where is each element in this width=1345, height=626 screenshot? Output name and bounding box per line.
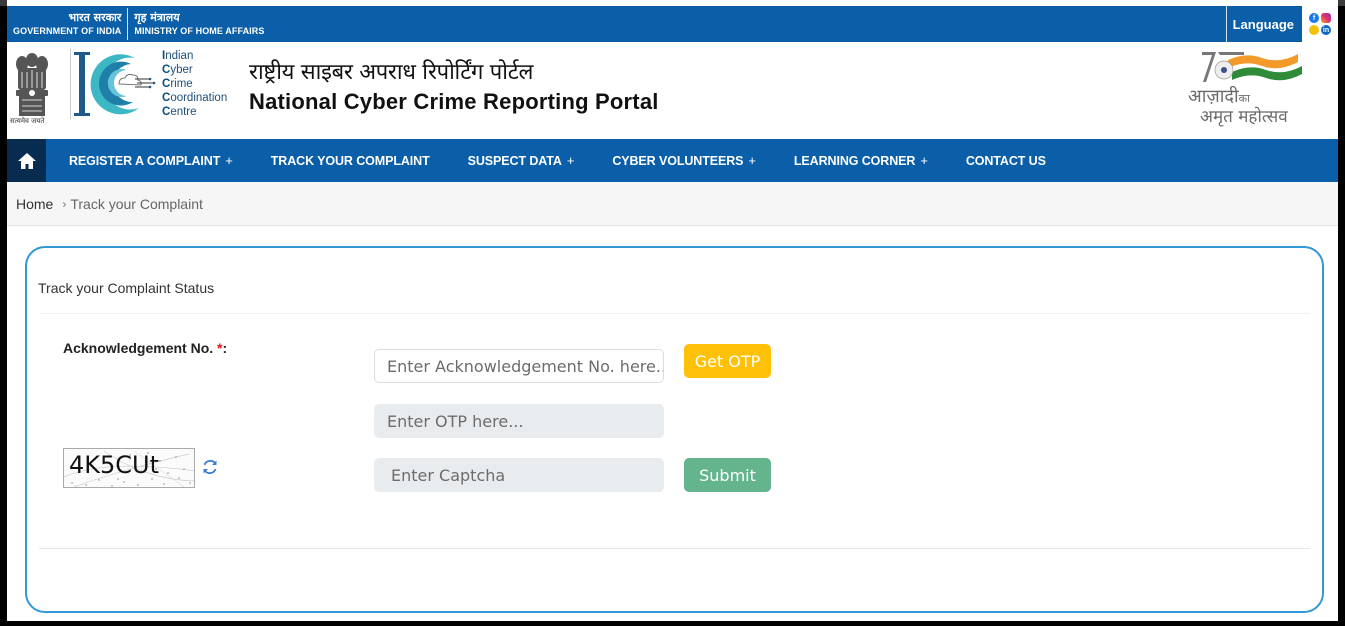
acknowledgement-number-input[interactable] xyxy=(374,349,664,383)
portal-title-english: National Cyber Crime Reporting Portal xyxy=(249,89,659,114)
gov-hindi: भारत सरकार xyxy=(68,11,122,24)
i4c-line: Centre xyxy=(162,106,197,118)
breadcrumb-separator-icon: › xyxy=(62,196,67,211)
card-divider-top xyxy=(39,313,1310,314)
expand-plus-icon: + xyxy=(225,153,233,168)
koo-icon[interactable] xyxy=(1309,25,1319,35)
home-icon xyxy=(17,152,36,169)
azadi-75-flag-icon xyxy=(1202,52,1302,82)
nav-suspect-data[interactable]: SUSPECT DATA + xyxy=(468,153,575,168)
captcha-text: 4K5CUt xyxy=(69,451,160,479)
i4c-line: Crime xyxy=(162,78,193,90)
i4c-logo-icon[interactable] xyxy=(73,48,163,120)
azadi-ka-amrit-mahotsav-logo: आज़ादीका अमृत महोत्सव xyxy=(1188,48,1338,134)
ministry-home-affairs[interactable]: गृह मंत्रालय MINISTRY OF HOME AFFAIRS xyxy=(128,8,270,40)
breadcrumb-home-link[interactable]: Home xyxy=(16,196,53,212)
breadcrumb-current: Track your Complaint xyxy=(70,195,203,212)
card-divider-bottom xyxy=(39,548,1310,549)
i4c-line: Coordination xyxy=(162,92,228,104)
captcha-input[interactable] xyxy=(374,458,664,492)
nav-learning-corner[interactable]: LEARNING CORNER + xyxy=(794,153,928,168)
i4c-name: Indian Cyber Crime Coordination Centre xyxy=(162,49,227,119)
logo-divider xyxy=(70,49,71,119)
main-navigation: REGISTER A COMPLAINT + TRACK YOUR COMPLAI… xyxy=(7,139,1338,182)
card-title: Track your Complaint Status xyxy=(38,280,215,296)
acknowledgement-label: Acknowledgement No. *: xyxy=(63,340,228,356)
i4c-line: Cyber xyxy=(162,64,193,76)
page: भारत सरकार GOVERNMENT OF INDIA गृह मंत्र… xyxy=(7,0,1338,621)
nav-track-complaint[interactable]: TRACK YOUR COMPLAINT xyxy=(271,154,430,168)
expand-plus-icon: + xyxy=(920,153,928,168)
nav-contact-us[interactable]: CONTACT US xyxy=(966,154,1046,168)
gov-english: GOVERNMENT OF INDIA xyxy=(13,26,122,36)
get-otp-button[interactable]: Get OTP xyxy=(684,344,771,378)
breadcrumb: Home › Track your Complaint xyxy=(7,182,1338,226)
nav-register-complaint[interactable]: REGISTER A COMPLAINT + xyxy=(69,153,233,168)
language-selector[interactable]: Language xyxy=(1225,6,1300,42)
nav-cyber-volunteers[interactable]: CYBER VOLUNTEERS + xyxy=(612,153,756,168)
emblem-caption: सत्यमेव जयते xyxy=(10,117,45,125)
expand-plus-icon: + xyxy=(748,153,756,168)
gov-identity: भारत सरकार GOVERNMENT OF INDIA गृह मंत्र… xyxy=(7,8,270,40)
track-complaint-card: Track your Complaint Status Acknowledgem… xyxy=(25,246,1324,613)
i4c-line: Indian xyxy=(162,50,194,62)
social-links: f in xyxy=(1302,6,1338,42)
ministry-hindi: गृह मंत्रालय xyxy=(134,11,180,24)
ministry-english: MINISTRY OF HOME AFFAIRS xyxy=(134,26,265,36)
captcha-image: 4K5CUt xyxy=(63,448,195,488)
linkedin-icon[interactable]: in xyxy=(1321,25,1331,35)
gov-of-india[interactable]: भारत सरकार GOVERNMENT OF INDIA xyxy=(7,8,129,40)
facebook-icon[interactable]: f xyxy=(1309,13,1319,23)
submit-button[interactable]: Submit xyxy=(684,458,771,492)
site-header: सत्यमेव जयते Indian Cyber Crime Coordina… xyxy=(7,42,1338,139)
portal-title-hindi: राष्ट्रीय साइबर अपराध रिपोर्टिंग पोर्टल xyxy=(249,60,534,85)
azadi-line-2: अमृत महोत्सव xyxy=(1200,107,1288,127)
expand-plus-icon: + xyxy=(566,153,575,168)
nav-home-button[interactable] xyxy=(7,139,46,182)
otp-input[interactable] xyxy=(374,404,664,438)
refresh-captcha-icon[interactable] xyxy=(201,458,219,476)
instagram-icon[interactable] xyxy=(1321,13,1331,23)
government-bar: भारत सरकार GOVERNMENT OF INDIA गृह मंत्र… xyxy=(7,6,1338,42)
